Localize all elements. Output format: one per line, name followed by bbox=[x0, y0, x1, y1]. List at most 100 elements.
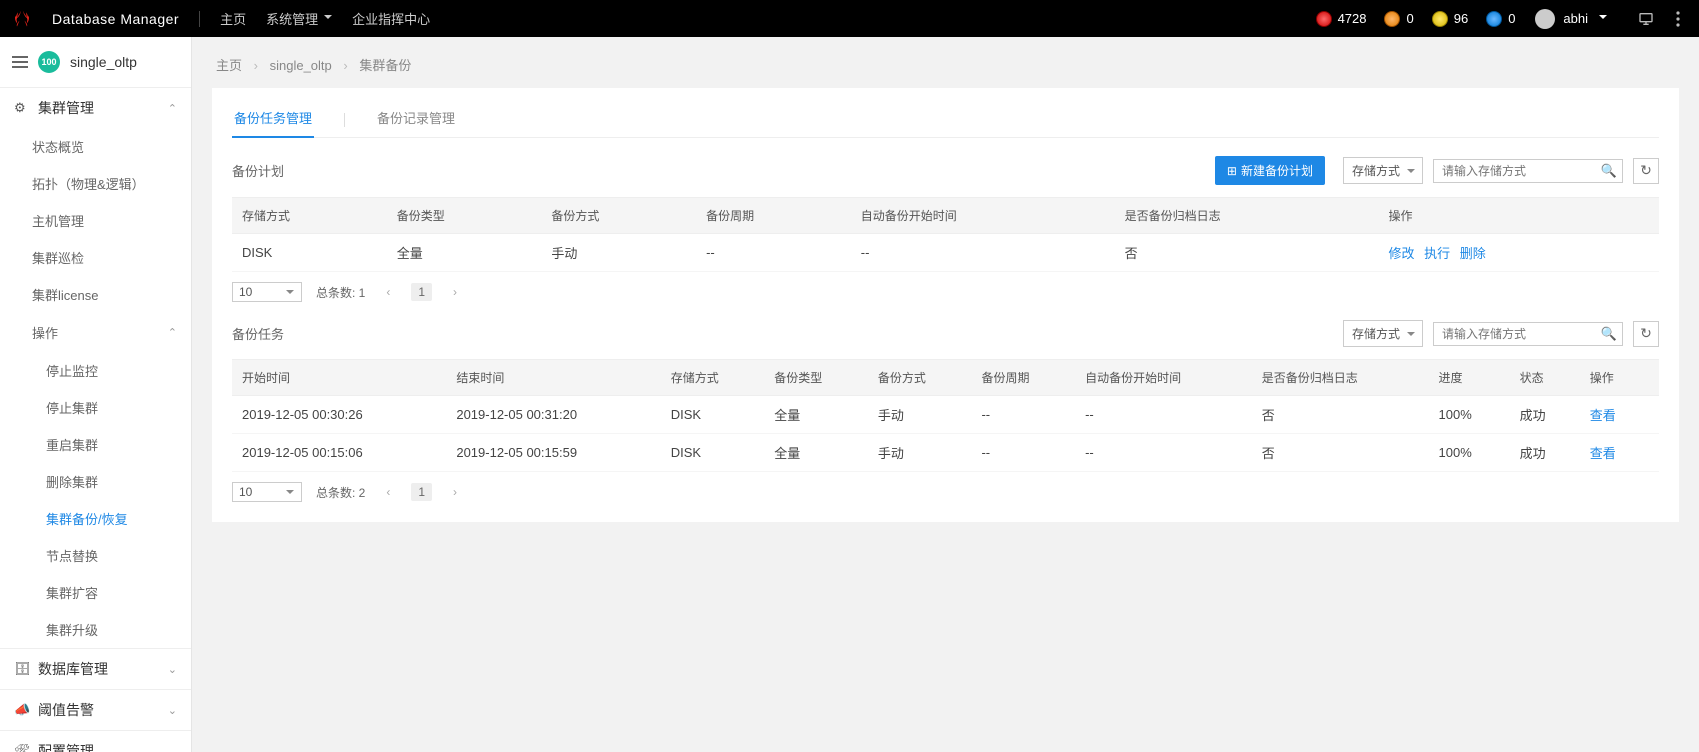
content-card: 备份任务管理 备份记录管理 备份计划 ⊞新建备份计划 存储方式 🔍 ↻ bbox=[212, 88, 1679, 522]
nav-system[interactable]: 系统管理 bbox=[266, 9, 332, 28]
nav-license[interactable]: 集群license bbox=[0, 276, 191, 313]
task-table: 开始时间 结束时间 存储方式 备份类型 备份方式 备份周期 自动备份开始时间 是… bbox=[232, 359, 1659, 472]
database-icon: 🗄 bbox=[14, 661, 30, 677]
blue-dot-icon bbox=[1486, 11, 1502, 27]
task-col-status: 状态 bbox=[1510, 360, 1580, 396]
nav-topo[interactable]: 拓扑（物理&逻辑） bbox=[0, 165, 191, 202]
nav-expand[interactable]: 集群扩容 bbox=[0, 574, 191, 611]
user-name: abhi bbox=[1563, 11, 1588, 26]
new-plan-button[interactable]: ⊞新建备份计划 bbox=[1215, 156, 1325, 185]
plan-search-input[interactable] bbox=[1433, 159, 1623, 183]
stat-critical[interactable]: 4728 bbox=[1316, 11, 1367, 27]
nav-status[interactable]: 状态概览 bbox=[0, 128, 191, 165]
plan-delete-link[interactable]: 删除 bbox=[1460, 246, 1486, 261]
task-col-op: 操作 bbox=[1580, 360, 1659, 396]
nav-home[interactable]: 主页 bbox=[220, 9, 246, 28]
task-next-page[interactable]: › bbox=[446, 483, 464, 501]
nav-group-config[interactable]: 🛠 配置管理 ⌄ bbox=[0, 730, 191, 752]
task-row: 2019-12-05 00:15:062019-12-05 00:15:59DI… bbox=[232, 434, 1659, 472]
plan-page-size[interactable]: 10 bbox=[232, 282, 302, 302]
nav-group-threshold[interactable]: 📣 阈值告警 ⌄ bbox=[0, 689, 191, 730]
nav-command[interactable]: 企业指挥中心 bbox=[352, 9, 430, 28]
nav-group-database[interactable]: 🗄 数据库管理 ⌄ bbox=[0, 648, 191, 689]
task-page-num[interactable]: 1 bbox=[411, 483, 432, 501]
task-filter-select[interactable]: 存储方式 bbox=[1343, 320, 1423, 347]
task-cell-cycle: -- bbox=[971, 396, 1075, 434]
nav-group-threshold-label: 阈值告警 bbox=[38, 700, 94, 720]
nav-group-cluster-label: 集群管理 bbox=[38, 98, 94, 118]
nav-stop-cluster[interactable]: 停止集群 bbox=[0, 389, 191, 426]
tab-backup-record[interactable]: 备份记录管理 bbox=[375, 102, 457, 137]
nav-delete[interactable]: 删除集群 bbox=[0, 463, 191, 500]
search-icon[interactable]: 🔍 bbox=[1601, 163, 1617, 179]
monitor-icon[interactable] bbox=[1637, 10, 1655, 28]
task-refresh-button[interactable]: ↻ bbox=[1633, 321, 1659, 347]
sidebar: 100 single_oltp ⚙ 集群管理 ⌃ 状态概览 拓扑（物理&逻辑） … bbox=[0, 37, 192, 752]
brand-title: Database Manager bbox=[52, 11, 200, 27]
task-cell-storage: DISK bbox=[661, 434, 765, 472]
tab-backup-task[interactable]: 备份任务管理 bbox=[232, 102, 314, 137]
task-page-size[interactable]: 10 bbox=[232, 482, 302, 502]
stat-info[interactable]: 0 bbox=[1486, 11, 1515, 27]
db-selector: 100 single_oltp bbox=[0, 37, 191, 87]
nav-restart[interactable]: 重启集群 bbox=[0, 426, 191, 463]
plan-refresh-button[interactable]: ↻ bbox=[1633, 158, 1659, 184]
breadcrumb-sep: › bbox=[254, 58, 258, 73]
nav-group-cluster[interactable]: ⚙ 集群管理 ⌃ bbox=[0, 87, 191, 128]
plan-col-cycle: 备份周期 bbox=[696, 198, 851, 234]
task-col-start: 开始时间 bbox=[232, 360, 446, 396]
nav-operate[interactable]: 操作 ⌃ bbox=[0, 313, 191, 352]
breadcrumb-db[interactable]: single_oltp bbox=[270, 58, 332, 73]
nav-node-replace[interactable]: 节点替换 bbox=[0, 537, 191, 574]
plan-next-page[interactable]: › bbox=[446, 283, 464, 301]
nav-inspect[interactable]: 集群巡检 bbox=[0, 239, 191, 276]
plus-icon: ⊞ bbox=[1227, 164, 1237, 178]
task-prev-page[interactable]: ‹ bbox=[379, 483, 397, 501]
task-cell-archive: 否 bbox=[1252, 434, 1429, 472]
cluster-icon: ⚙ bbox=[14, 100, 30, 116]
menu-toggle-icon[interactable] bbox=[12, 53, 28, 71]
task-cell-mode: 手动 bbox=[868, 434, 972, 472]
plan-table: 存储方式 备份类型 备份方式 备份周期 自动备份开始时间 是否备份归档日志 操作… bbox=[232, 197, 1659, 272]
chevron-down-icon: ⌄ bbox=[168, 663, 177, 676]
task-title: 备份任务 bbox=[232, 324, 1325, 343]
user-menu[interactable]: abhi bbox=[1535, 9, 1607, 29]
plan-cell-mode: 手动 bbox=[541, 234, 696, 272]
task-cell-end: 2019-12-05 00:31:20 bbox=[446, 396, 660, 434]
backup-task-section: 备份任务 存储方式 🔍 ↻ 开始时间 结束时间 存储方式 bbox=[232, 320, 1659, 502]
nav-operate-label: 操作 bbox=[32, 323, 58, 342]
plan-edit-link[interactable]: 修改 bbox=[1389, 246, 1415, 261]
breadcrumb-home[interactable]: 主页 bbox=[216, 58, 242, 73]
plan-prev-page[interactable]: ‹ bbox=[379, 283, 397, 301]
nav-host[interactable]: 主机管理 bbox=[0, 202, 191, 239]
plan-cell-archive: 否 bbox=[1115, 234, 1379, 272]
stat-minor[interactable]: 96 bbox=[1432, 11, 1468, 27]
task-row: 2019-12-05 00:30:262019-12-05 00:31:20DI… bbox=[232, 396, 1659, 434]
task-cell-op: 查看 bbox=[1580, 396, 1659, 434]
search-icon[interactable]: 🔍 bbox=[1601, 326, 1617, 342]
task-view-link[interactable]: 查看 bbox=[1590, 446, 1616, 461]
task-col-storage: 存储方式 bbox=[661, 360, 765, 396]
nav-backup[interactable]: 集群备份/恢复 bbox=[0, 500, 191, 537]
plan-row: DISK 全量 手动 -- -- 否 修改 执行 删除 bbox=[232, 234, 1659, 272]
task-cell-auto_start: -- bbox=[1075, 434, 1252, 472]
nav-stop-monitor[interactable]: 停止监控 bbox=[0, 352, 191, 389]
stat-major-value: 0 bbox=[1406, 11, 1413, 26]
task-col-cycle: 备份周期 bbox=[971, 360, 1075, 396]
more-icon[interactable] bbox=[1669, 10, 1687, 28]
stat-critical-value: 4728 bbox=[1338, 11, 1367, 26]
red-dot-icon bbox=[1316, 11, 1332, 27]
main-content: 主页 › single_oltp › 集群备份 备份任务管理 备份记录管理 备份… bbox=[192, 37, 1699, 752]
task-view-link[interactable]: 查看 bbox=[1590, 408, 1616, 423]
task-cell-archive: 否 bbox=[1252, 396, 1429, 434]
plan-filter-select[interactable]: 存储方式 bbox=[1343, 157, 1423, 184]
nav-upgrade[interactable]: 集群升级 bbox=[0, 611, 191, 648]
db-name-label: single_oltp bbox=[70, 54, 137, 70]
stat-major[interactable]: 0 bbox=[1384, 11, 1413, 27]
plan-page-num[interactable]: 1 bbox=[411, 283, 432, 301]
task-col-mode: 备份方式 bbox=[868, 360, 972, 396]
task-search-input[interactable] bbox=[1433, 322, 1623, 346]
chevron-down-icon bbox=[321, 11, 332, 26]
plan-exec-link[interactable]: 执行 bbox=[1424, 246, 1450, 261]
chevron-down-icon bbox=[1596, 11, 1607, 26]
